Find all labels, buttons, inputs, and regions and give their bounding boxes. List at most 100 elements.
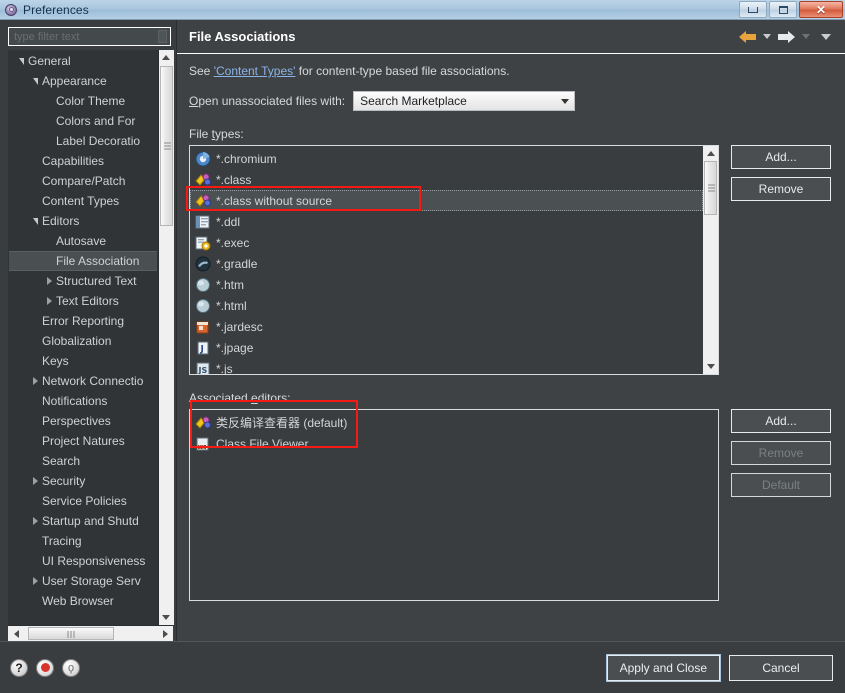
list-item[interactable]: *.jardesc <box>190 316 703 337</box>
cancel-button[interactable]: Cancel <box>729 654 833 681</box>
sidebar-item-label: Content Types <box>42 194 120 208</box>
back-history-chevron-down-icon[interactable] <box>763 34 771 39</box>
sidebar-item-file-association[interactable]: File Association <box>9 251 157 271</box>
sidebar-item-autosave[interactable]: Autosave <box>9 231 157 251</box>
filter-box[interactable] <box>8 27 171 46</box>
clear-icon[interactable] <box>158 30 167 43</box>
twisty-expanded-icon[interactable] <box>29 77 42 85</box>
hscroll-track[interactable] <box>24 626 157 641</box>
twisty-collapsed-icon[interactable] <box>29 377 42 385</box>
svg-text:J: J <box>200 344 204 354</box>
list-item[interactable]: *.ddl <box>190 211 703 232</box>
twisty-collapsed-icon[interactable] <box>43 297 56 305</box>
sidebar-item-content-types[interactable]: Content Types <box>9 191 157 211</box>
sidebar-item-appearance[interactable]: Appearance <box>9 71 157 91</box>
associated-editors-list[interactable]: 类反编译查看器 (default) 01 Class File Viewer <box>190 410 718 600</box>
file-types-vertical-scrollbar[interactable] <box>703 146 718 374</box>
twisty-collapsed-icon[interactable] <box>29 477 42 485</box>
scroll-track[interactable] <box>703 161 718 359</box>
twisty-collapsed-icon[interactable] <box>29 517 42 525</box>
apply-and-close-button[interactable]: Apply and Close <box>605 653 722 682</box>
scroll-up-icon[interactable] <box>703 146 718 161</box>
twisty-collapsed-icon[interactable] <box>43 277 56 285</box>
sidebar-item-label: UI Responsiveness <box>42 554 146 568</box>
sidebar-item-ui-responsiveness[interactable]: UI Responsiveness <box>9 551 157 571</box>
sidebar-item-user-storage-serv[interactable]: User Storage Serv <box>9 571 157 591</box>
twisty-collapsed-icon[interactable] <box>29 577 42 585</box>
sidebar-item-keys[interactable]: Keys <box>9 351 157 371</box>
class-decompiler-icon <box>195 415 211 431</box>
list-item[interactable]: J *.jpage <box>190 337 703 358</box>
content-types-link[interactable]: 'Content Types' <box>214 64 296 78</box>
associated-editors-listbox[interactable]: 类反编译查看器 (default) 01 Class File Viewer <box>189 409 719 601</box>
sidebar-item-search[interactable]: Search <box>9 451 157 471</box>
maximize-button[interactable] <box>769 1 797 18</box>
sidebar-item-compare-patch[interactable]: Compare/Patch <box>9 171 157 191</box>
list-item[interactable]: *.gradle <box>190 253 703 274</box>
hscroll-thumb[interactable] <box>28 627 114 640</box>
arrow-right-icon[interactable] <box>778 30 795 44</box>
record-icon[interactable] <box>36 658 54 677</box>
list-item[interactable]: *.html <box>190 295 703 316</box>
scroll-down-icon[interactable] <box>158 610 174 625</box>
view-menu-chevron-down-icon[interactable] <box>821 33 831 40</box>
sidebar-item-security[interactable]: Security <box>9 471 157 491</box>
sidebar-item-color-theme[interactable]: Color Theme <box>9 91 157 111</box>
list-item[interactable]: *.class without source <box>190 190 703 211</box>
sidebar-item-error-reporting[interactable]: Error Reporting <box>9 311 157 331</box>
sidebar-item-general[interactable]: General <box>9 51 157 71</box>
sidebar-item-text-editors[interactable]: Text Editors <box>9 291 157 311</box>
list-item[interactable]: 类反编译查看器 (default) <box>190 412 718 433</box>
arrow-left-icon[interactable] <box>739 30 756 44</box>
scroll-thumb[interactable] <box>704 161 717 215</box>
list-item[interactable]: *.exec <box>190 232 703 253</box>
list-item[interactable]: *.htm <box>190 274 703 295</box>
list-item[interactable]: JS *.js <box>190 358 703 374</box>
sidebar-item-perspectives[interactable]: Perspectives <box>9 411 157 431</box>
sidebar-horizontal-scrollbar[interactable] <box>8 625 173 641</box>
tip-bulb-icon[interactable]: ϙ <box>62 658 80 677</box>
file-types-listbox[interactable]: *.chromium *.class *.class without source *… <box>189 145 719 375</box>
sidebar-item-structured-text[interactable]: Structured Text <box>9 271 157 291</box>
sidebar-item-network-connectio[interactable]: Network Connectio <box>9 371 157 391</box>
list-item[interactable]: 01 Class File Viewer <box>190 433 718 454</box>
sidebar-item-web-browser[interactable]: Web Browser <box>9 591 157 611</box>
scroll-up-icon[interactable] <box>158 50 174 65</box>
sidebar-item-service-policies[interactable]: Service Policies <box>9 491 157 511</box>
content-types-description: See 'Content Types' for content-type bas… <box>189 64 831 78</box>
sidebar-item-label-decoratio[interactable]: Label Decoratio <box>9 131 157 151</box>
sidebar-item-label: General <box>28 54 71 68</box>
sidebar-item-globalization[interactable]: Globalization <box>9 331 157 351</box>
search-input[interactable] <box>12 29 158 44</box>
scroll-left-icon[interactable] <box>8 626 24 641</box>
minimize-button[interactable] <box>739 1 767 18</box>
close-button[interactable]: ✕ <box>799 1 843 18</box>
add-button[interactable]: Add... <box>731 145 831 169</box>
sidebar-item-capabilities[interactable]: Capabilities <box>9 151 157 171</box>
forward-history-chevron-down-icon[interactable] <box>802 34 810 39</box>
sidebar-item-notifications[interactable]: Notifications <box>9 391 157 411</box>
sidebar-item-tracing[interactable]: Tracing <box>9 531 157 551</box>
remove-button[interactable]: Remove <box>731 177 831 201</box>
file-types-list[interactable]: *.chromium *.class *.class without source *… <box>190 146 703 374</box>
sidebar-tree[interactable]: General Appearance Color Theme Colors and F… <box>8 50 158 625</box>
twisty-expanded-icon[interactable] <box>15 57 28 65</box>
list-item-label: Class File Viewer <box>216 436 309 451</box>
list-item[interactable]: *.class <box>190 169 703 190</box>
html-icon <box>195 277 211 293</box>
add-button[interactable]: Add... <box>731 409 831 433</box>
open-unassociated-select[interactable]: Search Marketplace <box>353 91 576 111</box>
twisty-expanded-icon[interactable] <box>29 217 42 225</box>
scroll-down-icon[interactable] <box>703 359 718 374</box>
sidebar-item-project-natures[interactable]: Project Natures <box>9 431 157 451</box>
sidebar-vertical-scrollbar[interactable] <box>158 50 174 625</box>
sidebar-item-label: Autosave <box>56 234 107 248</box>
scroll-track[interactable] <box>158 65 174 610</box>
sidebar-item-editors[interactable]: Editors <box>9 211 157 231</box>
sidebar-item-colors-and-for[interactable]: Colors and For <box>9 111 157 131</box>
scroll-right-icon[interactable] <box>157 626 173 641</box>
list-item[interactable]: *.chromium <box>190 148 703 169</box>
help-icon[interactable]: ? <box>10 658 28 677</box>
scroll-thumb[interactable] <box>159 66 173 226</box>
sidebar-item-startup-and-shutd[interactable]: Startup and Shutd <box>9 511 157 531</box>
